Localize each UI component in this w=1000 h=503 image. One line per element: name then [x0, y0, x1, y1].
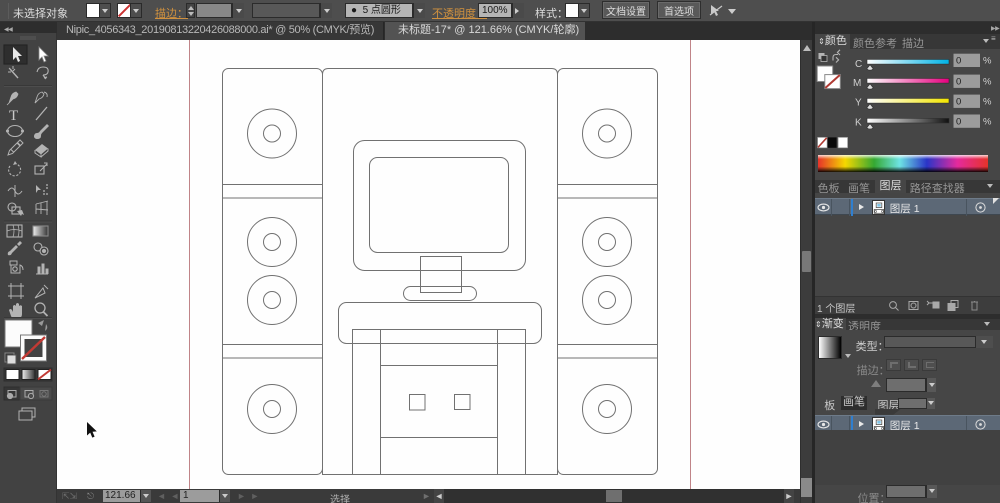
svg-text:%: % — [983, 77, 992, 88]
svg-text:0: 0 — [956, 56, 961, 67]
svg-text:Y: Y — [855, 98, 862, 109]
svg-text:%: % — [983, 117, 992, 128]
svg-text:0: 0 — [956, 97, 961, 108]
svg-text:0: 0 — [956, 117, 961, 128]
svg-text:T: T — [9, 108, 18, 124]
svg-text:M: M — [853, 78, 861, 89]
svg-text:K: K — [855, 118, 862, 129]
svg-text:0: 0 — [956, 77, 961, 88]
svg-text:%: % — [983, 97, 992, 108]
svg-text:%: % — [983, 56, 992, 67]
svg-text:C: C — [855, 59, 862, 70]
